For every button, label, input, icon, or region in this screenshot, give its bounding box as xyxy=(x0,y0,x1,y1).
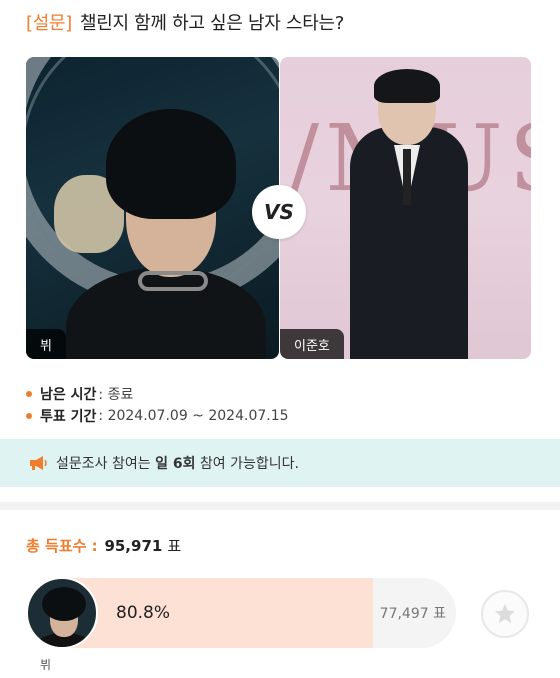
total-votes-count: 95,971 xyxy=(104,536,163,555)
bullet-dot-icon xyxy=(26,413,32,419)
poll-info: 남은 시간 : 종료 투표 기간 : 2024.07.09 ~ 2024.07.… xyxy=(26,383,526,427)
total-votes-unit: 표 xyxy=(167,537,182,555)
section-divider xyxy=(0,502,560,510)
remaining-time-row: 남은 시간 : 종료 xyxy=(26,383,526,405)
remaining-time-value: : 종료 xyxy=(98,387,134,403)
avatar-hair xyxy=(42,587,86,621)
remaining-time-label: 남은 시간 xyxy=(40,387,97,403)
star-button[interactable] xyxy=(481,590,529,638)
participation-notice: 설문조사 참여는 일 6회 참여 가능합니다. xyxy=(0,439,560,487)
candidate-name-left: 뷔 xyxy=(26,329,66,359)
photo-chain xyxy=(138,271,208,291)
poll-header: [설문] 챌린지 함께 하고 싶은 남자 스타는? xyxy=(26,6,546,38)
candidate-photo-right[interactable]: /MUST 이준호 xyxy=(280,57,531,359)
versus-panel: 뷔 /MUST 이준호 VS xyxy=(26,57,531,359)
star-icon xyxy=(495,604,515,623)
result-votes: 77,497 표 xyxy=(379,606,446,622)
candidate-name-right: 이준호 xyxy=(280,329,344,359)
megaphone-icon xyxy=(30,456,47,470)
notice-text-strong: 일 6회 xyxy=(155,456,196,472)
total-votes-label: 총 득표수 : xyxy=(26,537,98,555)
candidate-photo-left[interactable]: 뷔 xyxy=(26,57,279,359)
notice-text-prefix: 설문조사 참여는 xyxy=(56,456,151,472)
poll-tag: [설문] xyxy=(26,13,72,34)
photo-hair xyxy=(106,109,236,219)
vote-period-label: 투표 기간 xyxy=(40,409,97,425)
vote-period-value: : 2024.07.09 ~ 2024.07.15 xyxy=(98,408,289,424)
result-name: 뷔 xyxy=(40,658,52,672)
photo-hair xyxy=(374,69,440,103)
notice-text-suffix: 참여 가능합니다. xyxy=(199,456,299,472)
vote-period-row: 투표 기간 : 2024.07.09 ~ 2024.07.15 xyxy=(26,405,526,427)
result-percent: 80.8% xyxy=(116,603,171,623)
vs-badge: VS xyxy=(252,185,306,239)
total-votes: 총 득표수 : 95,971 표 xyxy=(26,535,181,556)
avatar xyxy=(26,577,98,649)
poll-question: 챌린지 함께 하고 싶은 남자 스타는? xyxy=(79,13,344,34)
bullet-dot-icon xyxy=(26,391,32,397)
photo-tie xyxy=(403,149,411,205)
